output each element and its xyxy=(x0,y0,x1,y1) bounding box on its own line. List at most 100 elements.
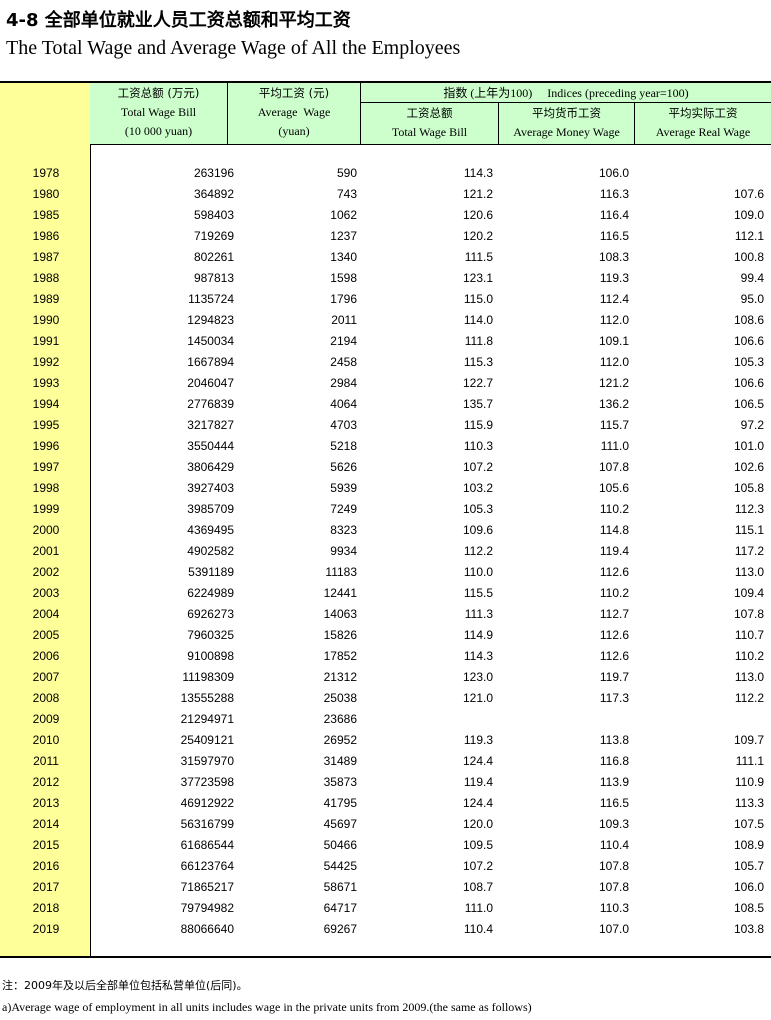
cell-year: 1994 xyxy=(32,397,60,411)
cell-total-wage-bill: 719269 xyxy=(193,229,234,243)
cell-index-wage-bill: 108.7 xyxy=(462,880,493,894)
cell-year: 2006 xyxy=(32,649,60,663)
cell-index-money-wage: 116.3 xyxy=(599,187,629,201)
cell-index-wage-bill: 109.5 xyxy=(462,838,493,852)
cell-index-real-wage: 107.8 xyxy=(733,607,764,621)
cell-index-money-wage: 114.8 xyxy=(599,523,629,537)
cell-year: 1985 xyxy=(32,208,60,222)
cell-year: 2007 xyxy=(32,670,60,684)
cell-year: 1993 xyxy=(32,376,60,390)
cell-total-wage-bill: 9100898 xyxy=(187,649,234,663)
cell-total-wage-bill: 11198309 xyxy=(182,670,234,684)
header-avg-unit: (yuan) xyxy=(278,124,310,138)
cell-index-wage-bill: 120.6 xyxy=(462,208,493,222)
cell-index-wage-bill: 112.2 xyxy=(463,544,493,558)
cell-year: 1978 xyxy=(32,166,60,180)
cell-average-wage: 54425 xyxy=(323,859,357,873)
cell-year: 2009 xyxy=(32,712,60,726)
cell-total-wage-bill: 61686544 xyxy=(180,838,234,852)
cell-total-wage-bill: 13555288 xyxy=(180,691,234,705)
cell-year: 1996 xyxy=(32,439,60,453)
cell-year: 2017 xyxy=(32,880,60,894)
cell-index-real-wage: 99.4 xyxy=(740,271,764,285)
cell-total-wage-bill: 37723598 xyxy=(180,775,234,789)
table-title-cn: 4-8 全部单位就业人员工资总额和平均工资 xyxy=(6,10,351,31)
table-row: 1988 987813 1598 123.1 119.3 99.4 xyxy=(0,268,771,289)
cell-average-wage: 21312 xyxy=(323,670,357,684)
cell-index-money-wage: 110.2 xyxy=(599,502,629,516)
cell-index-money-wage: 117.3 xyxy=(599,691,629,705)
cell-average-wage: 4703 xyxy=(330,418,357,432)
cell-average-wage: 5626 xyxy=(330,460,357,474)
cell-total-wage-bill: 7960325 xyxy=(187,628,234,642)
cell-index-money-wage: 113.9 xyxy=(599,775,629,789)
cell-index-real-wage: 95.0 xyxy=(740,292,764,306)
header-idx-real-cn: 平均实际工资 xyxy=(668,106,738,120)
cell-index-money-wage: 119.7 xyxy=(599,670,629,684)
cell-index-real-wage: 108.9 xyxy=(733,838,764,852)
cell-index-real-wage: 106.6 xyxy=(733,334,764,348)
cell-total-wage-bill: 25409121 xyxy=(180,733,234,747)
cell-index-real-wage: 110.2 xyxy=(734,649,764,663)
cell-year: 1980 xyxy=(32,187,60,201)
cell-index-real-wage: 109.7 xyxy=(733,733,764,747)
cell-index-money-wage: 110.2 xyxy=(599,586,629,600)
table-row: 2006 9100898 17852 114.3 112.6 110.2 xyxy=(0,646,771,667)
cell-index-wage-bill: 114.3 xyxy=(463,166,493,180)
cell-total-wage-bill: 71865217 xyxy=(180,880,234,894)
cell-year: 2008 xyxy=(32,691,60,705)
cell-index-wage-bill: 105.3 xyxy=(462,502,493,516)
cell-year: 1999 xyxy=(32,502,60,516)
cell-index-money-wage: 112.6 xyxy=(599,628,629,642)
header-indices: 指数 (上年为100) Indices (preceding year=100) xyxy=(443,86,689,100)
table-row: 2008 13555288 25038 121.0 117.3 112.2 xyxy=(0,688,771,709)
cell-index-wage-bill: 114.0 xyxy=(463,313,493,327)
cell-average-wage: 12441 xyxy=(323,586,357,600)
cell-index-money-wage: 119.3 xyxy=(599,271,629,285)
cell-index-real-wage: 111.1 xyxy=(735,754,764,768)
table-row: 2003 6224989 12441 115.5 110.2 109.4 xyxy=(0,583,771,604)
cell-index-real-wage: 106.6 xyxy=(733,376,764,390)
cell-index-real-wage: 103.8 xyxy=(733,922,764,936)
cell-index-wage-bill: 135.7 xyxy=(462,397,493,411)
cell-index-money-wage: 116.4 xyxy=(599,208,629,222)
cell-year: 2013 xyxy=(32,796,60,810)
cell-total-wage-bill: 3806429 xyxy=(187,460,234,474)
table-row: 2001 4902582 9934 112.2 119.4 117.2 xyxy=(0,541,771,562)
cell-average-wage: 14063 xyxy=(323,607,357,621)
cell-index-money-wage: 109.3 xyxy=(598,817,629,831)
cell-year: 1987 xyxy=(32,250,60,264)
cell-average-wage: 2194 xyxy=(330,334,357,348)
cell-index-money-wage: 108.3 xyxy=(598,250,629,264)
cell-index-real-wage: 97.2 xyxy=(740,418,764,432)
cell-index-wage-bill: 123.0 xyxy=(462,670,493,684)
table-body: 1978 263196 590 114.3 106.0 1980 364892 743 121.… xyxy=(0,163,771,940)
cell-index-wage-bill: 124.4 xyxy=(462,754,493,768)
header-bill-en: Total Wage Bill xyxy=(120,105,197,119)
cell-index-wage-bill: 111.5 xyxy=(464,250,493,264)
table-row: 1986 719269 1237 120.2 116.5 112.1 xyxy=(0,226,771,247)
cell-index-money-wage: 105.6 xyxy=(598,481,629,495)
wage-table: 工资总额 (万元) Total Wage Bill (10 000 yuan) … xyxy=(0,81,771,958)
cell-average-wage: 8323 xyxy=(330,523,357,537)
cell-average-wage: 1598 xyxy=(330,271,357,285)
cell-index-wage-bill: 119.4 xyxy=(463,775,493,789)
cell-year: 2003 xyxy=(32,586,60,600)
cell-index-real-wage: 106.5 xyxy=(733,397,764,411)
table-row: 1996 3550444 5218 110.3 111.0 101.0 xyxy=(0,436,771,457)
cell-index-real-wage: 108.5 xyxy=(733,901,764,915)
cell-year: 1998 xyxy=(32,481,60,495)
table-header: 工资总额 (万元) Total Wage Bill (10 000 yuan) … xyxy=(90,83,771,145)
cell-index-money-wage: 115.7 xyxy=(599,418,629,432)
header-avg-en: Average Wage xyxy=(257,105,331,119)
cell-year: 1990 xyxy=(32,313,60,327)
cell-average-wage: 31489 xyxy=(323,754,357,768)
cell-index-wage-bill: 110.4 xyxy=(463,922,493,936)
cell-average-wage: 4064 xyxy=(330,397,357,411)
header-average-wage: 平均工资 (元) Average Wage (yuan) xyxy=(228,84,360,141)
cell-index-money-wage: 119.4 xyxy=(599,544,629,558)
cell-index-money-wage: 106.0 xyxy=(598,166,629,180)
cell-index-money-wage: 116.5 xyxy=(599,796,629,810)
table-row: 2012 37723598 35873 119.4 113.9 110.9 xyxy=(0,772,771,793)
cell-average-wage: 45697 xyxy=(323,817,357,831)
